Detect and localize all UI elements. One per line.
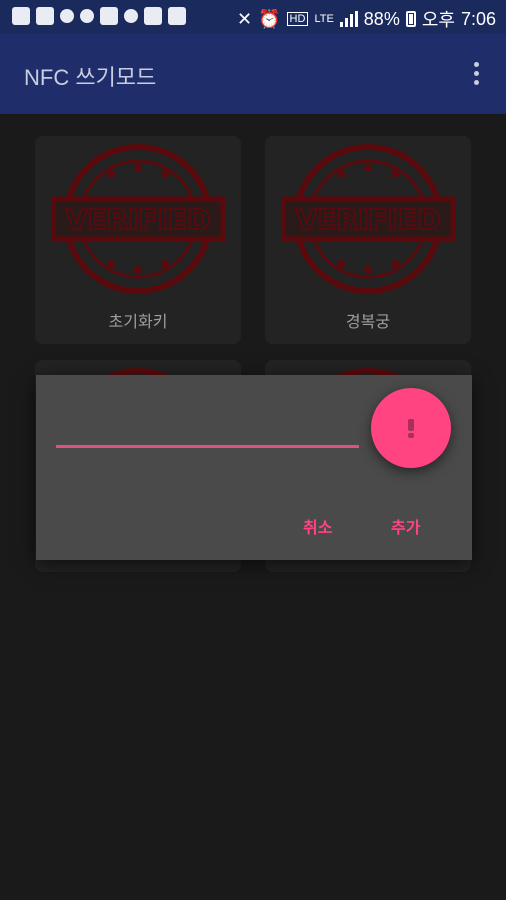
exclamation-icon — [408, 419, 414, 431]
more-vert-icon[interactable] — [464, 62, 488, 90]
verified-stamp-icon: VERIFIED — [281, 144, 455, 294]
alarm-icon: ⏰ — [258, 8, 281, 29]
verified-stamp-icon: VERIFIED — [51, 144, 225, 294]
warning-fab-button[interactable] — [371, 388, 451, 468]
input-underline — [56, 445, 359, 448]
card-badge-text: VERIFIED — [296, 203, 441, 236]
hand-icon — [80, 9, 94, 23]
battery-percent: 88% — [363, 8, 400, 29]
signal-icon — [339, 11, 358, 27]
page-title: NFC 쓰기모드 — [24, 65, 157, 90]
time-period: 오후 — [421, 10, 455, 30]
system-status: ✕ ⏰ HD LTE 88% 오후 7:06 — [237, 6, 496, 32]
cancel-button[interactable]: 취소 — [303, 514, 332, 538]
volte-badge: HD — [286, 12, 309, 26]
lte-badge: LTE — [314, 13, 334, 25]
name-input[interactable] — [56, 415, 363, 445]
app-bar: NFC 쓰기모드 — [0, 34, 506, 114]
browser-icon — [60, 9, 74, 23]
card-item-1[interactable]: VERIFIED 초기화키 — [35, 136, 241, 344]
image-icon — [168, 7, 186, 25]
app-notification-icon — [36, 7, 54, 25]
bell-icon — [124, 9, 138, 23]
card-item-2[interactable]: VERIFIED 경복궁 — [265, 136, 471, 344]
mute-icon: ✕ — [237, 8, 253, 29]
battery-icon — [405, 11, 416, 27]
add-button[interactable]: 추가 — [391, 514, 420, 538]
clock: 7:06 — [460, 8, 496, 29]
card-label: 초기화키 — [108, 312, 168, 331]
notification-icons — [12, 7, 186, 25]
pay-icon — [144, 7, 162, 25]
status-bar: ✕ ⏰ HD LTE 88% 오후 7:06 — [0, 0, 506, 34]
chat-icon — [12, 7, 30, 25]
card-badge-text: VERIFIED — [66, 203, 211, 236]
facebook-icon — [100, 7, 118, 25]
card-label: 경복궁 — [345, 312, 391, 331]
